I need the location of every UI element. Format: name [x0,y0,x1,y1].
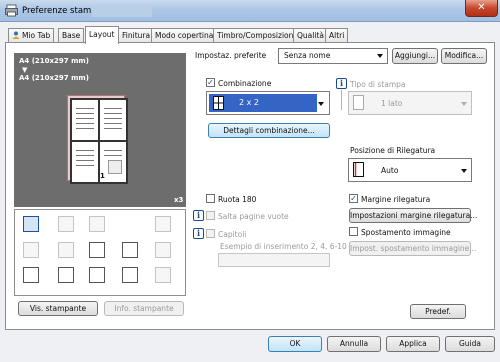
info-icon[interactable]: i [193,210,204,221]
fold-icon[interactable] [122,267,138,283]
info-icon[interactable]: i [336,78,347,89]
preferred-settings-label: Impostaz. preferite [195,51,267,60]
combination-value: 2 x 2 [239,98,259,107]
close-button[interactable]: ✕ [465,0,498,17]
help-button[interactable]: Guida [445,336,495,352]
chevron-down-icon [461,169,467,173]
page-number: 1 [100,172,105,180]
image-shift-icon[interactable] [155,216,171,232]
combination-label: Combinazione [218,79,272,88]
tab-modo-copertina[interactable]: Modo copertina [151,28,218,43]
duplex-icon[interactable] [23,242,39,258]
cancel-button[interactable]: Annulla [327,336,381,352]
binding-margin-label: Margine rilegatura [361,195,431,204]
user-icon [12,31,20,39]
page-icon [353,95,364,110]
tab-finitura[interactable]: Finitura [118,28,155,43]
cover-icon[interactable] [155,267,171,283]
paper-size-original: A4 (210x297 mm) [19,57,89,65]
preview-page [71,99,99,141]
combination-icon[interactable] [23,216,39,232]
down-arrow-icon: ▼ [22,66,28,74]
tab-label: Mio Tab [22,31,51,40]
document-icon[interactable] [23,267,39,283]
chevron-down-icon [377,54,383,58]
tab-layout[interactable]: Layout [85,26,119,44]
combination-select[interactable]: 2 x 2 [206,91,330,115]
user-box-icon[interactable] [58,267,74,283]
booklet-icon[interactable] [58,216,74,232]
image-shift-settings-button[interactable]: Impost. spostamento immagine... [349,241,476,256]
tab-timbro-composizione[interactable]: Timbro/Composizione [213,28,302,43]
copies-count: x3 [174,196,184,204]
poster-icon[interactable] [89,216,105,232]
binding-position-label: Posizione di Rilegatura [350,146,436,155]
print-type-label: Tipo di stampa [350,80,406,89]
combination-checkbox[interactable]: ✓ [206,78,215,87]
tab-altri[interactable]: Altri [325,28,349,43]
chevron-down-icon [318,102,324,106]
print-type-value: 1 lato [381,99,403,108]
punch-icon[interactable] [155,242,171,258]
preview-page [71,141,99,183]
binding-position-select[interactable]: Auto [348,158,472,182]
printer-view-button[interactable]: Vis. stampante [18,301,98,316]
rotate-180-checkbox[interactable] [206,194,215,203]
preferred-settings-select[interactable]: Senza nome [278,48,388,64]
defaults-button[interactable]: Predef. [410,304,466,319]
n-up-icon [213,96,224,110]
printer-info-button[interactable]: Info. stampante [104,301,184,316]
tab-mio-tab[interactable]: Mio Tab [8,28,55,43]
image-shift-label: Spostamento immagine [361,228,451,237]
combination-details-button[interactable]: Dettagli combinazione... [208,123,330,138]
title-bar: Preferenze stampa - ✕ [0,0,500,22]
preview-page [99,99,127,141]
preferred-settings-value: Senza nome [284,51,331,60]
page-layout-icon[interactable] [122,242,138,258]
chevron-down-icon [461,102,467,106]
binding-margin-settings-button[interactable]: Impostazioni margine rilegatura... [349,208,477,223]
skip-blank-pages-label: Salta pagine vuote [218,212,289,221]
chapters-example-label: Esempio di inserimento 2, 4, 6-10 [220,242,347,251]
info-icon[interactable]: i [193,228,204,239]
rotate-180-label: Ruota 180 [218,195,257,204]
tab-base[interactable]: Base [58,28,85,43]
add-button[interactable]: Aggiungi... [392,48,438,64]
staple-icon[interactable] [58,242,74,258]
binding-position-value: Auto [381,166,399,175]
chapters-input[interactable] [218,253,330,267]
print-type-select[interactable]: 1 lato [348,91,472,115]
title-printer-name [92,6,152,17]
chapters-checkbox[interactable] [206,229,215,238]
edit-button[interactable]: Modifica... [441,48,487,64]
image-shift-checkbox[interactable] [349,227,358,236]
tab-qualita[interactable]: Qualità [293,28,328,43]
paper-size-output: A4 (210x297 mm) [19,74,89,82]
apply-button[interactable]: Applica [386,336,440,352]
chapters-label: Capitoli [218,230,247,239]
connector-line [341,90,342,110]
group-icon[interactable] [89,267,105,283]
binding-page-icon [353,162,364,177]
skip-blank-pages-checkbox[interactable] [206,211,215,220]
binding-margin-checkbox[interactable]: ✓ [349,194,358,203]
preview-sheet: 1 [70,98,128,184]
rotate-icon[interactable] [89,242,105,258]
ok-button[interactable]: OK [268,336,322,352]
printer-icon [5,4,18,17]
